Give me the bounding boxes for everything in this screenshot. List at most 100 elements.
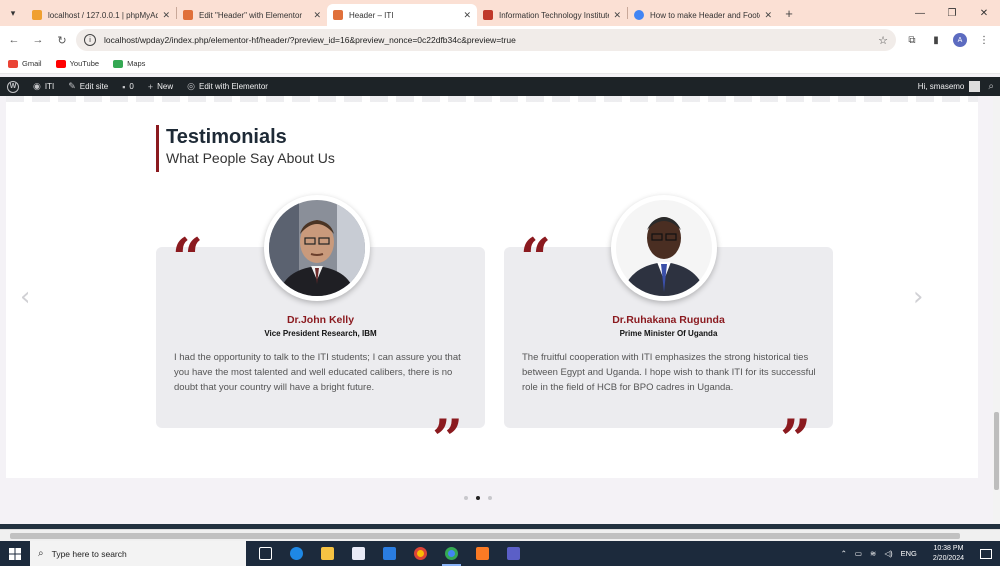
clock-date: 2/20/2024 — [932, 554, 964, 562]
admin-search-icon[interactable]: ⌕ — [988, 81, 994, 92]
close-tab-icon[interactable]: ✕ — [764, 10, 772, 21]
tab-edit-header[interactable]: Edit "Header" with Elementor ✕ — [177, 4, 327, 26]
clock-time: 10:38 PM — [933, 544, 964, 552]
edit-elementor-label: Edit with Elementor — [199, 82, 268, 91]
scrollbar-thumb[interactable] — [994, 412, 999, 490]
task-view-icon[interactable] — [250, 541, 281, 566]
carousel-dot[interactable] — [464, 496, 468, 500]
chrome-icon[interactable] — [405, 541, 436, 566]
close-tab-icon[interactable]: ✕ — [313, 10, 321, 21]
open-quote-icon: “ — [172, 226, 204, 290]
horizontal-scrollbar[interactable] — [0, 529, 1000, 541]
carousel-prev-icon[interactable]: ‹ — [20, 282, 30, 312]
elementor-favicon-icon — [183, 10, 193, 20]
minimize-icon[interactable]: — — [904, 0, 936, 26]
vertical-scrollbar[interactable] — [993, 96, 1000, 529]
store-icon[interactable] — [343, 541, 374, 566]
testimonial-role: Prime Minister Of Uganda — [619, 329, 718, 338]
youtube-icon — [55, 59, 66, 68]
carousel-dot[interactable] — [488, 496, 492, 500]
search-placeholder: Type here to search — [51, 548, 127, 559]
new-content-menu[interactable]: + New — [141, 77, 180, 96]
close-tab-icon[interactable]: ✕ — [613, 10, 621, 21]
bookmark-label: Gmail — [22, 59, 42, 68]
wp-logo-menu[interactable]: W — [0, 77, 26, 96]
close-tab-icon[interactable]: ✕ — [162, 10, 170, 21]
site-info-icon[interactable]: i — [84, 34, 96, 46]
bookmark-gmail[interactable]: Gmail — [8, 59, 42, 68]
testimonial-role: Vice President Research, IBM — [264, 329, 377, 338]
tab-phpmyadmin[interactable]: localhost / 127.0.0.1 | phpMyAdmin ✕ — [26, 4, 176, 26]
bookmark-maps[interactable]: Maps — [113, 59, 145, 68]
bookmark-star-icon[interactable]: ☆ — [878, 34, 888, 47]
google-favicon-icon — [634, 10, 644, 20]
taskbar-search-input[interactable]: ⌕ Type here to search — [30, 541, 246, 566]
section-title: Testimonials — [166, 126, 287, 148]
maps-icon — [113, 59, 124, 68]
close-window-icon[interactable]: ✕ — [968, 0, 1000, 26]
carousel-pagination — [460, 496, 496, 500]
bookmark-youtube[interactable]: YouTube — [55, 59, 99, 68]
extensions-icon[interactable]: ⧉ — [900, 35, 924, 46]
url-text[interactable]: localhost/wpday2/index.php/elementor-hf/… — [104, 35, 878, 45]
xampp-icon[interactable] — [467, 541, 498, 566]
wp-admin-bar: W ◉ ITI ✎ Edit site ▪ 0 + New ◎ Edit with Ele… — [0, 77, 1000, 96]
reload-icon[interactable]: ↻ — [50, 34, 74, 47]
elementor-icon: ◎ — [187, 81, 196, 91]
testimonial-name: Dr.Ruhakana Rugunda — [612, 314, 725, 326]
site-name: ITI — [44, 82, 55, 91]
wifi-icon[interactable]: ≋ — [870, 549, 876, 558]
user-greeting[interactable]: Hi, smasemo — [918, 82, 965, 91]
tab-strip: ▾ localhost / 127.0.0.1 | phpMyAdmin ✕ E… — [0, 0, 1000, 26]
address-bar[interactable]: i localhost/wpday2/index.php/elementor-h… — [76, 29, 896, 51]
user-avatar[interactable] — [969, 81, 981, 92]
chrome-profile-icon[interactable] — [436, 541, 467, 566]
close-tab-icon[interactable]: ✕ — [463, 10, 471, 21]
phpmyadmin-favicon-icon — [32, 10, 42, 20]
edit-site-link[interactable]: ✎ Edit site — [61, 77, 115, 96]
testimonial-text: I had the opportunity to talk to the ITI… — [174, 352, 461, 393]
portrait-ruhakana-rugunda — [616, 200, 712, 296]
notifications-icon[interactable] — [980, 548, 992, 559]
profile-avatar[interactable]: A — [953, 33, 967, 47]
windows-taskbar: ⌕ Type here to search ⌃ ▭ ≋ ◁) ENG 10:38… — [0, 541, 1000, 566]
scrollbar-thumb[interactable] — [10, 533, 960, 539]
edit-with-elementor-link[interactable]: ◎ Edit with Elementor — [180, 77, 275, 96]
chevron-up-icon[interactable]: ⌃ — [841, 549, 847, 558]
clock[interactable]: 10:38 PM 2/20/2024 — [929, 544, 968, 564]
tab-google-search[interactable]: How to make Header and Footer ✕ — [628, 4, 778, 26]
edge-icon[interactable] — [281, 541, 312, 566]
back-icon[interactable]: ← — [2, 34, 26, 46]
carousel-dot-active[interactable] — [476, 496, 480, 500]
comment-count: 0 — [129, 82, 134, 91]
side-panel-icon[interactable]: ▮ — [924, 35, 948, 46]
teams-icon[interactable] — [498, 541, 529, 566]
volume-icon[interactable]: ◁) — [884, 549, 892, 558]
testimonial-name: Dr.John Kelly — [286, 314, 355, 326]
tab-iti-site[interactable]: Information Technology Institute ✕ — [477, 4, 627, 26]
testimonial-avatar — [611, 195, 717, 301]
language-indicator[interactable]: ENG — [901, 549, 917, 558]
forward-icon[interactable]: → — [26, 34, 50, 46]
mail-icon[interactable] — [374, 541, 405, 566]
file-explorer-icon[interactable] — [312, 541, 343, 566]
elementor-favicon-icon — [333, 10, 343, 20]
search-icon: ⌕ — [38, 548, 44, 559]
site-name-menu[interactable]: ◉ ITI — [26, 77, 61, 96]
open-quote-icon: “ — [520, 226, 552, 290]
windows-start-icon[interactable] — [0, 541, 30, 566]
brush-icon: ✎ — [68, 81, 76, 91]
testimonial-avatar — [264, 195, 370, 301]
comments-link[interactable]: ▪ 0 — [115, 77, 141, 96]
battery-icon[interactable]: ▭ — [855, 549, 862, 558]
new-label: New — [157, 82, 174, 91]
restore-icon[interactable]: ❐ — [936, 0, 968, 26]
tab-search-icon[interactable]: ▾ — [0, 0, 26, 26]
carousel-next-icon[interactable]: › — [913, 282, 923, 312]
new-tab-icon[interactable]: + — [778, 6, 800, 21]
plus-icon: + — [147, 81, 154, 92]
menu-kebab-icon[interactable]: ⋮ — [972, 35, 996, 46]
tab-header-iti[interactable]: Header – ITI ✕ — [327, 4, 477, 26]
portrait-john-kelly — [269, 200, 365, 296]
close-quote-icon: ” — [432, 407, 464, 471]
